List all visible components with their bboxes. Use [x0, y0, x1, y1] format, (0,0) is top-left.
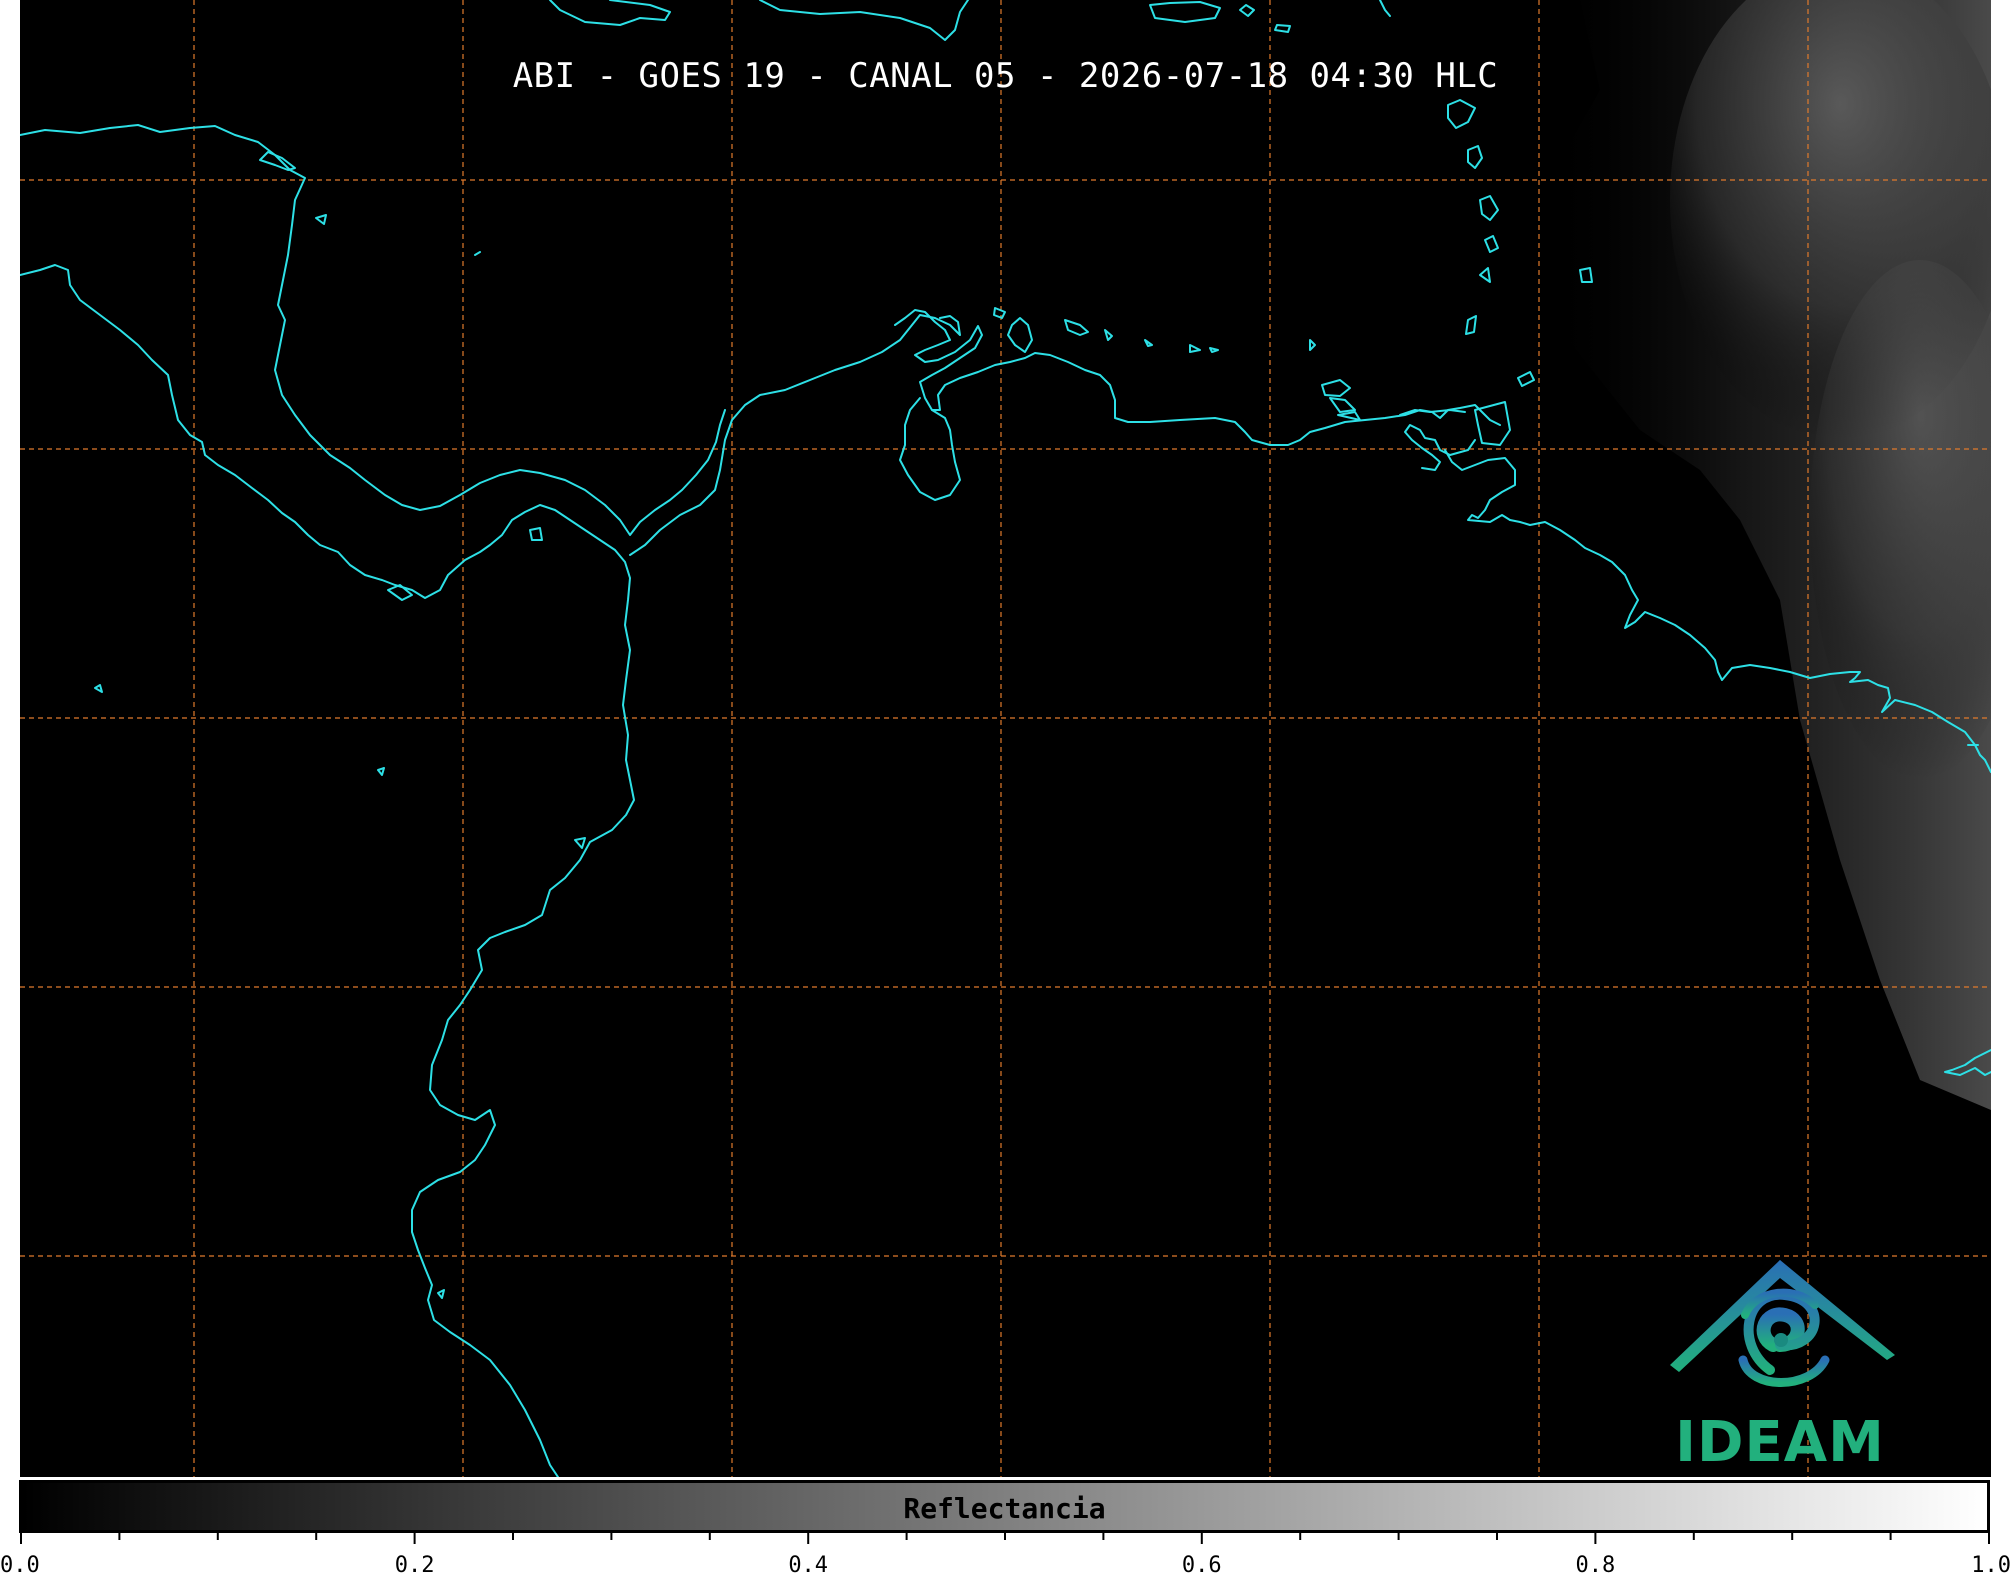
- coastline-trinidad: [1474, 401, 1511, 446]
- coastline-islet: [315, 214, 327, 225]
- coastline-colombia-north: [629, 314, 961, 556]
- satellite-map-panel: ABI - GOES 19 - CANAL 05 - 2026-07-18 04…: [20, 0, 1991, 1477]
- coastline-bonaire: [1104, 329, 1113, 341]
- coastline-st-lucia: [1479, 195, 1499, 221]
- coastline-cuba: [549, 0, 671, 26]
- ideam-logo-text: IDEAM: [1675, 1410, 1885, 1475]
- colorbar-tick-label: 0.2: [395, 1553, 435, 1577]
- coastline-orinoco-delta: [1444, 449, 1516, 523]
- coastline-islet: [1337, 411, 1361, 421]
- coastline-islet: [377, 767, 385, 776]
- coastline-tobago: [1517, 371, 1535, 387]
- coastline-margarita: [1309, 339, 1316, 351]
- coastline-puerto-rico: [1149, 1, 1221, 23]
- coastline-paraguana: [1007, 317, 1033, 353]
- ideam-logo: IDEAM: [1665, 1250, 1895, 1475]
- coastline-guadeloupe: [1447, 99, 1476, 129]
- coastline-islet: [474, 251, 481, 256]
- coastline-lesser-antilles: [1379, 0, 1391, 17]
- colorbar: Reflectancia: [19, 1480, 1990, 1533]
- coastline-islet: [1144, 339, 1153, 347]
- coastline-islet: [1274, 24, 1291, 33]
- coastline-aruba: [993, 307, 1006, 319]
- coastline-hispaniola: [759, 0, 969, 41]
- colorbar-tick-label: 0.4: [788, 1553, 828, 1577]
- coastline-islet: [94, 684, 103, 693]
- colorbar-tick-label: 1.0: [1971, 1553, 2011, 1577]
- coastline-islet: [1189, 344, 1201, 353]
- colorbar-tick-label: 0.6: [1182, 1553, 1222, 1577]
- coastline-margarita-2: [1321, 379, 1351, 397]
- coastline-islet: [574, 837, 586, 849]
- coastline-gulf-of-paria: [1404, 424, 1476, 471]
- coastline-islet: [1484, 235, 1499, 253]
- coastline-islet: [1465, 315, 1477, 335]
- coastline-islet: [529, 527, 543, 541]
- colorbar-tick-label: 0.8: [1576, 1553, 1616, 1577]
- coastline-curacao: [1064, 319, 1089, 336]
- coastline-islet: [1209, 347, 1219, 353]
- ideam-logo-emblem: [1670, 1260, 1895, 1387]
- coastline-gulf-of-honduras-islet: [259, 151, 296, 171]
- coastline-yucatan: [20, 124, 726, 536]
- coastline-martinique: [1467, 145, 1483, 169]
- figure: ABI - GOES 19 - CANAL 05 - 2026-07-18 04…: [0, 0, 2011, 1577]
- colorbar-label: Reflectancia: [903, 1492, 1106, 1525]
- coastline-islet: [1329, 397, 1356, 413]
- coastline-islet: [1239, 4, 1255, 17]
- colorbar-tick-label: 0.0: [0, 1553, 40, 1577]
- coastline-islet: [437, 1289, 445, 1299]
- coastline-mexico-gulf: [20, 264, 635, 1477]
- coastline-islet: [1479, 267, 1491, 283]
- map-title: ABI - GOES 19 - CANAL 05 - 2026-07-18 04…: [512, 56, 1499, 96]
